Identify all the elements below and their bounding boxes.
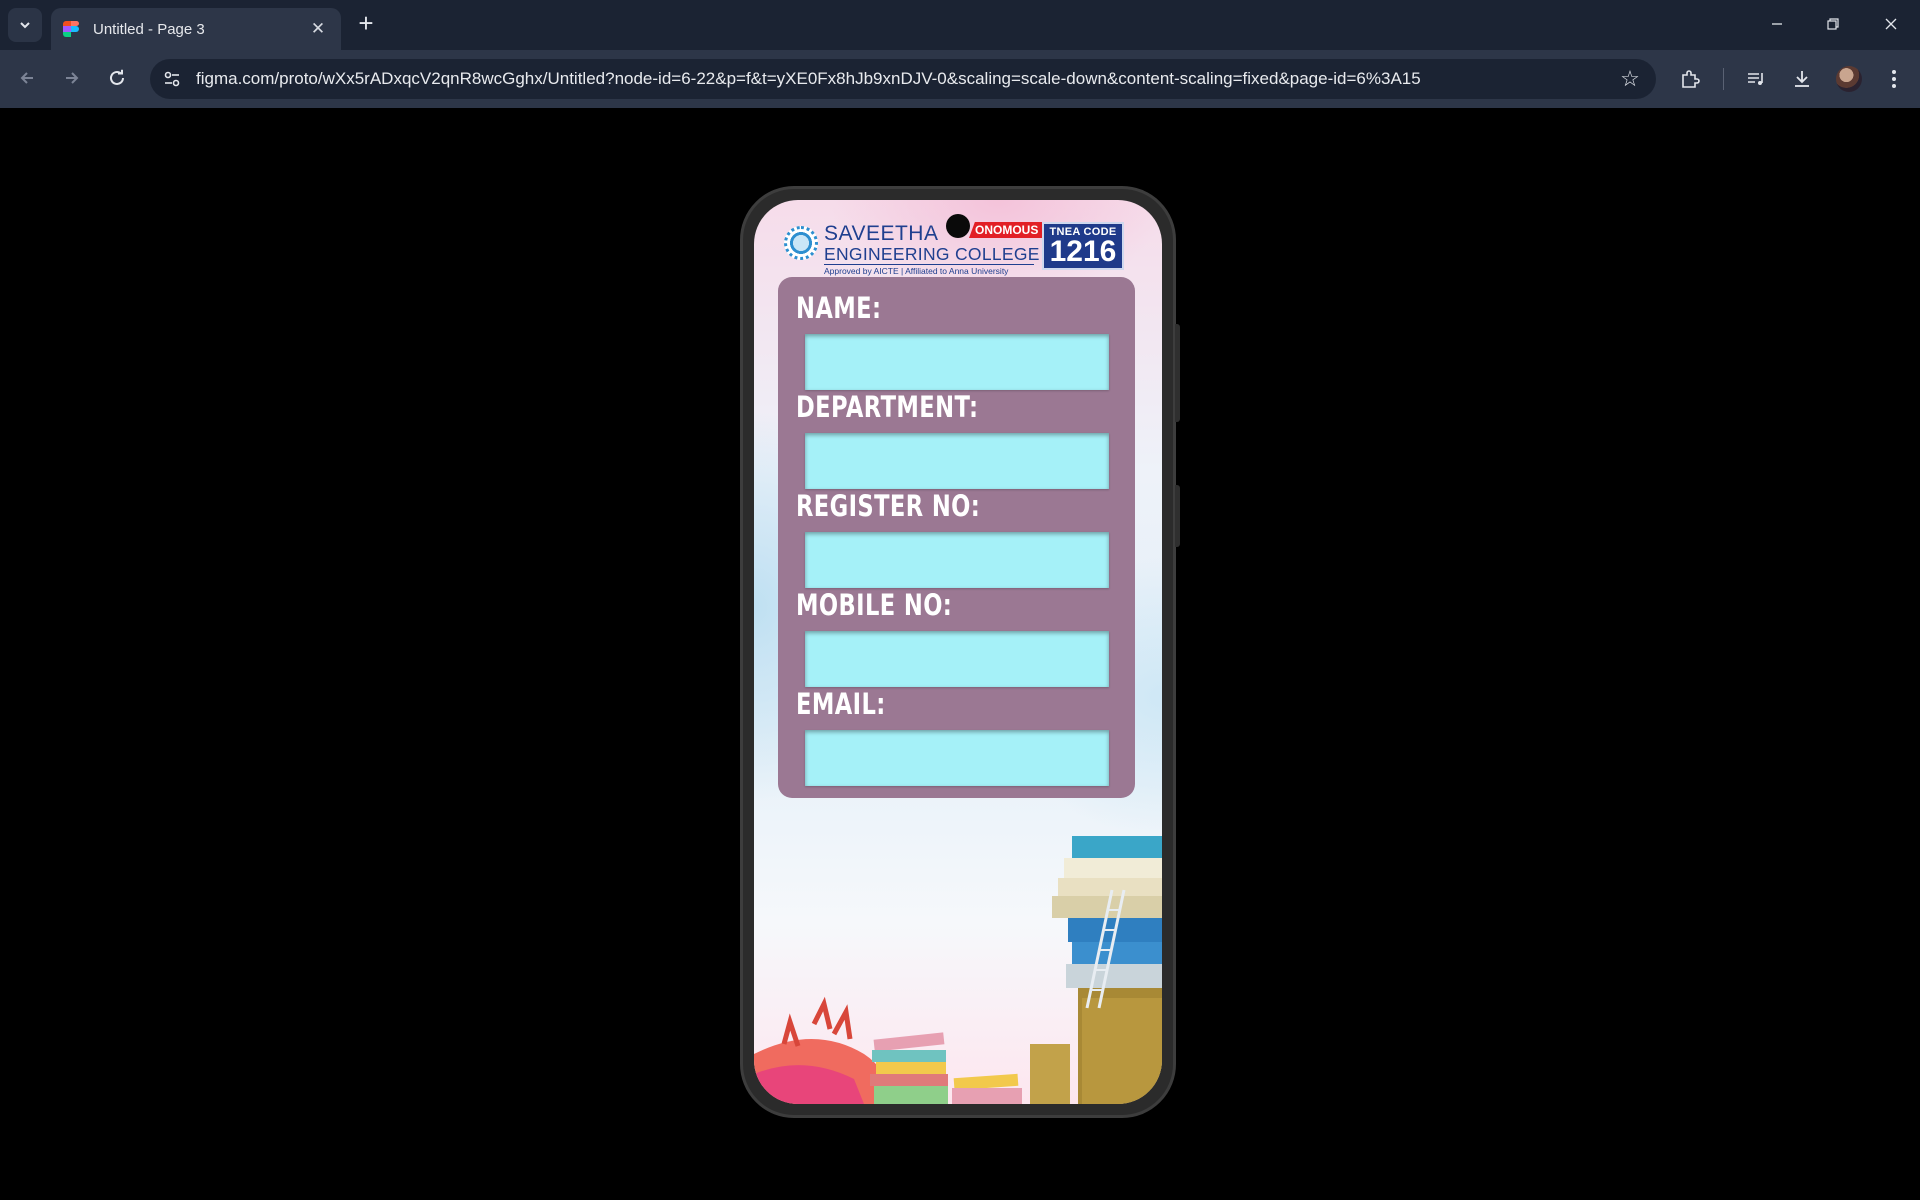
profile-avatar[interactable] xyxy=(1836,66,1862,92)
reload-icon[interactable] xyxy=(100,61,134,95)
email-label: EMAIL: xyxy=(796,687,886,721)
extensions-icon[interactable] xyxy=(1672,61,1708,97)
header-rule xyxy=(824,264,1034,265)
media-control-icon[interactable] xyxy=(1738,61,1774,97)
mobile-no-field[interactable] xyxy=(805,631,1109,687)
url-text[interactable]: figma.com/proto/wXx5rADxqcV2qnR8wcGghx/U… xyxy=(196,69,1610,89)
camera-icon xyxy=(946,214,970,238)
active-tab[interactable]: Untitled - Page 3 ✕ xyxy=(51,8,341,50)
restore-icon[interactable] xyxy=(1811,8,1855,40)
prototype-viewport: SAVEETHA ONOMOUS ENGINEERING COLLEGE App… xyxy=(0,108,1920,1200)
mobile-no-label: MOBILE NO: xyxy=(796,588,953,622)
back-arrow-icon[interactable] xyxy=(10,61,44,95)
site-info-icon[interactable] xyxy=(152,59,192,99)
phone-power-button xyxy=(1175,324,1180,422)
email-field[interactable] xyxy=(805,730,1109,786)
crowd-books-illustration xyxy=(754,996,1070,1104)
star-icon[interactable]: ☆ xyxy=(1610,59,1650,99)
college-name-line2: ENGINEERING COLLEGE xyxy=(824,244,1040,264)
affiliation-text: Approved by AICTE | Affiliated to Anna U… xyxy=(824,266,1009,276)
phone-screen: SAVEETHA ONOMOUS ENGINEERING COLLEGE App… xyxy=(754,200,1162,1104)
forward-arrow-icon[interactable] xyxy=(55,61,89,95)
toolbar-divider xyxy=(1723,68,1724,90)
tnea-code: 1216 xyxy=(1049,235,1117,268)
tab-list-icon[interactable] xyxy=(8,8,42,42)
name-field[interactable] xyxy=(805,334,1109,390)
plus-icon[interactable]: + xyxy=(352,10,380,38)
autonomous-badge: ONOMOUS xyxy=(969,222,1043,238)
college-emblem-icon xyxy=(784,226,818,260)
browser-toolbar: figma.com/proto/wXx5rADxqcV2qnR8wcGghx/U… xyxy=(0,50,1920,108)
department-field[interactable] xyxy=(805,433,1109,489)
tab-title: Untitled - Page 3 xyxy=(93,20,205,38)
figma-favicon xyxy=(63,21,79,37)
phone-volume-button xyxy=(1175,485,1180,547)
name-label: NAME: xyxy=(796,291,882,325)
address-bar[interactable]: figma.com/proto/wXx5rADxqcV2qnR8wcGghx/U… xyxy=(150,59,1656,99)
download-icon[interactable] xyxy=(1784,61,1820,97)
close-icon[interactable]: ✕ xyxy=(307,19,329,39)
close-window-icon[interactable] xyxy=(1869,8,1913,40)
tnea-code-badge: TNEA CODE 1216 xyxy=(1042,222,1124,270)
kebab-menu-icon[interactable] xyxy=(1876,61,1912,97)
register-no-field[interactable] xyxy=(805,532,1109,588)
tab-strip: Untitled - Page 3 ✕ + xyxy=(0,0,1920,50)
minimize-icon[interactable] xyxy=(1755,8,1799,40)
department-label: DEPARTMENT: xyxy=(796,390,979,424)
register-no-label: REGISTER NO: xyxy=(796,489,981,523)
registration-form: NAME: DEPARTMENT: REGISTER NO: MOBILE NO… xyxy=(778,277,1135,798)
phone-frame: SAVEETHA ONOMOUS ENGINEERING COLLEGE App… xyxy=(740,186,1180,1118)
college-name-line1: SAVEETHA xyxy=(824,222,939,245)
